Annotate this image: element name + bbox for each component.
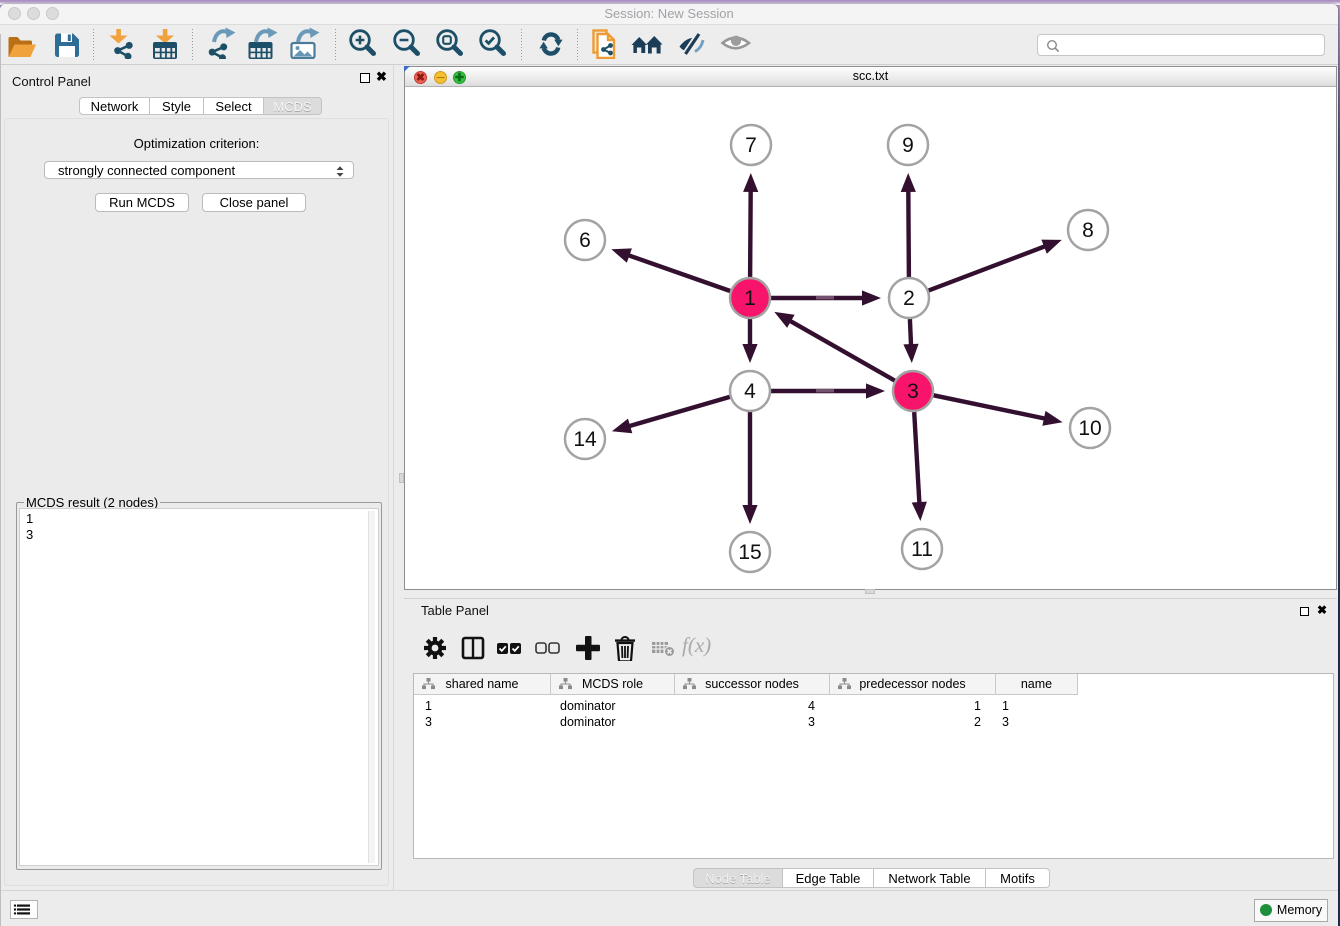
svg-text:1: 1 <box>744 287 756 310</box>
svg-text:6: 6 <box>579 229 591 252</box>
svg-text:3: 3 <box>907 380 919 403</box>
svg-text:15: 15 <box>738 541 761 564</box>
svg-text:7: 7 <box>745 134 757 157</box>
svg-text:11: 11 <box>911 538 933 561</box>
svg-text:8: 8 <box>1082 219 1094 242</box>
svg-text:10: 10 <box>1078 417 1101 440</box>
svg-text:4: 4 <box>744 380 756 403</box>
svg-text:14: 14 <box>573 428 597 451</box>
svg-text:9: 9 <box>902 134 914 157</box>
svg-text:2: 2 <box>903 287 915 310</box>
